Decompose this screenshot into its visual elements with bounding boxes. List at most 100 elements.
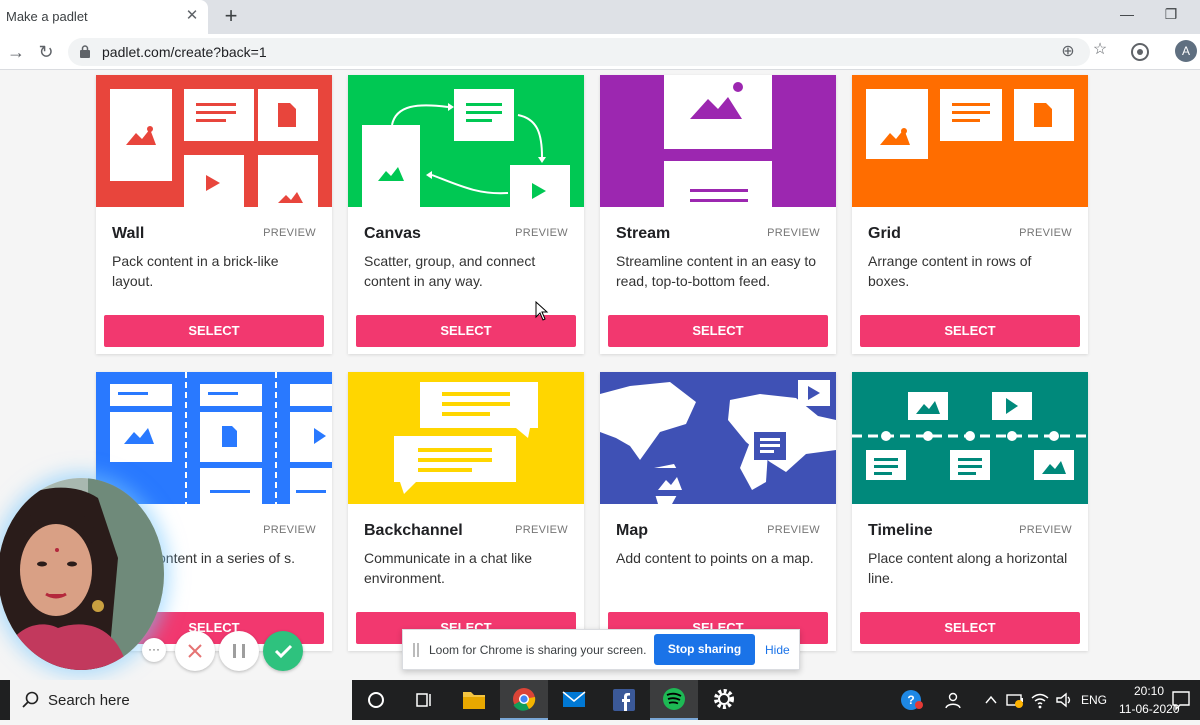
start-button[interactable] <box>0 680 10 720</box>
card-description: Add content to points on a map. <box>616 550 814 566</box>
close-icon <box>188 644 202 658</box>
wall-thumbnail <box>96 75 332 207</box>
drag-handle-icon[interactable] <box>413 643 419 657</box>
extension-icon[interactable] <box>1130 42 1150 62</box>
card-description: Pack content in a brick-like layout. <box>112 253 279 289</box>
sharing-status-text: Loom for Chrome is sharing your screen. <box>429 643 647 657</box>
windows-taskbar: Search here ? ENG 20:10 11-06-2020 <box>0 680 1200 720</box>
screen-sharing-bar: Loom for Chrome is sharing your screen. … <box>402 629 800 670</box>
format-card-grid: Grid PREVIEW Arrange content in rows of … <box>852 75 1088 354</box>
people-icon[interactable] <box>944 690 964 710</box>
stream-thumbnail <box>600 75 836 207</box>
stop-sharing-button[interactable]: Stop sharing <box>654 634 755 665</box>
card-description: Arrange content in rows of boxes. <box>868 253 1032 289</box>
task-view-icon <box>416 693 431 707</box>
task-view-button[interactable] <box>400 680 448 720</box>
settings-button[interactable] <box>700 680 748 720</box>
preview-link[interactable]: PREVIEW <box>263 227 316 239</box>
preview-link[interactable]: PREVIEW <box>1019 524 1072 536</box>
preview-link[interactable]: PREVIEW <box>263 524 316 536</box>
preview-link[interactable]: PREVIEW <box>515 227 568 239</box>
format-card-wall: Wall PREVIEW Pack content in a brick-lik… <box>96 75 332 354</box>
select-button[interactable]: SELECT <box>608 315 828 347</box>
browser-toolbar: → ↻ padlet.com/create?back=1 ⊕ ☆ A <box>0 34 1200 70</box>
notifications-icon[interactable] <box>1170 689 1192 711</box>
format-card-map: Map PREVIEW Add content to points on a m… <box>600 372 836 651</box>
chevron-up-icon[interactable] <box>983 692 999 708</box>
search-placeholder: Search here <box>48 692 130 709</box>
card-description: ontent in a series of s. <box>158 550 295 566</box>
back-arrow-icon[interactable]: → <box>4 40 28 64</box>
timeline-thumbnail <box>852 372 1088 504</box>
gear-icon <box>714 689 734 709</box>
select-button[interactable]: SELECT <box>860 315 1080 347</box>
card-title: Stream <box>616 225 671 242</box>
select-button[interactable]: SELECT <box>104 315 324 347</box>
facebook-icon <box>613 689 635 711</box>
search-icon <box>22 691 39 708</box>
url-text: padlet.com/create?back=1 <box>102 44 267 60</box>
minimize-icon[interactable]: — <box>1118 2 1136 26</box>
preview-link[interactable]: PREVIEW <box>767 524 820 536</box>
map-thumbnail <box>600 372 836 504</box>
spotify-button[interactable] <box>650 680 698 720</box>
format-card-timeline: Timeline PREVIEW Place content along a h… <box>852 372 1088 651</box>
clock-time[interactable]: 20:10 <box>1134 684 1164 698</box>
loom-webcam-bubble[interactable] <box>0 478 164 670</box>
browser-tab[interactable]: Make a padlet ✕ <box>0 0 208 34</box>
lock-icon <box>80 45 90 58</box>
tab-title: Make a padlet <box>6 9 88 24</box>
select-button[interactable]: SELECT <box>860 612 1080 644</box>
card-title: Wall <box>112 225 145 242</box>
mouse-cursor-icon <box>535 301 549 321</box>
preview-link[interactable]: PREVIEW <box>1019 227 1072 239</box>
facebook-button[interactable] <box>600 680 648 720</box>
card-title: Timeline <box>868 522 933 539</box>
tab-bar: Make a padlet ✕ + — ❐ <box>0 0 1200 34</box>
volume-icon[interactable] <box>1054 690 1074 710</box>
canvas-thumbnail <box>348 75 584 207</box>
profile-avatar[interactable]: A <box>1175 40 1197 62</box>
card-description: Communicate in a chat like environment. <box>364 550 533 586</box>
cortana-button[interactable] <box>352 680 400 720</box>
card-title: Map <box>616 522 648 539</box>
webcam-video-feed <box>0 478 164 670</box>
checkmark-icon <box>274 644 293 659</box>
folder-icon <box>463 692 485 709</box>
pause-icon <box>233 644 245 658</box>
language-indicator[interactable]: ENG <box>1081 693 1107 707</box>
loom-finish-button[interactable] <box>263 631 303 671</box>
taskbar-search-box[interactable]: Search here <box>10 680 352 720</box>
chrome-button[interactable] <box>500 680 548 720</box>
shelf-thumbnail <box>96 372 332 504</box>
cortana-icon <box>368 692 384 708</box>
zoom-icon[interactable]: ⊕ <box>1058 42 1078 62</box>
format-card-stream: Stream PREVIEW Streamline content in an … <box>600 75 836 354</box>
preview-link[interactable]: PREVIEW <box>767 227 820 239</box>
preview-link[interactable]: PREVIEW <box>515 524 568 536</box>
card-title: Canvas <box>364 225 421 242</box>
svg-text:?: ? <box>907 693 914 707</box>
hide-link[interactable]: Hide <box>765 643 790 657</box>
grid-thumbnail <box>852 75 1088 207</box>
card-title: Grid <box>868 225 901 242</box>
loom-more-button[interactable]: ··· <box>142 638 166 662</box>
tab-close-icon[interactable]: ✕ <box>184 8 200 24</box>
spotify-icon <box>663 688 685 710</box>
card-description: Streamline content in an easy to read, t… <box>616 253 817 289</box>
wifi-icon[interactable] <box>1030 690 1050 710</box>
format-card-backchannel: Backchannel PREVIEW Communicate in a cha… <box>348 372 584 651</box>
restore-icon[interactable]: ❐ <box>1162 2 1180 26</box>
file-explorer-button[interactable] <box>450 680 498 720</box>
loom-pause-button[interactable] <box>219 631 259 671</box>
help-icon[interactable]: ? <box>900 689 924 711</box>
card-title: Backchannel <box>364 522 463 539</box>
chrome-icon <box>513 688 536 711</box>
loom-cancel-button[interactable] <box>175 631 215 671</box>
mail-button[interactable] <box>550 680 598 720</box>
address-bar[interactable]: padlet.com/create?back=1 ⊕ ☆ <box>68 38 1107 66</box>
battery-warning-icon[interactable] <box>1005 690 1025 710</box>
reload-icon[interactable]: ↻ <box>34 40 58 64</box>
bookmark-star-icon[interactable]: ☆ <box>1090 40 1110 60</box>
new-tab-button[interactable]: + <box>220 4 242 28</box>
